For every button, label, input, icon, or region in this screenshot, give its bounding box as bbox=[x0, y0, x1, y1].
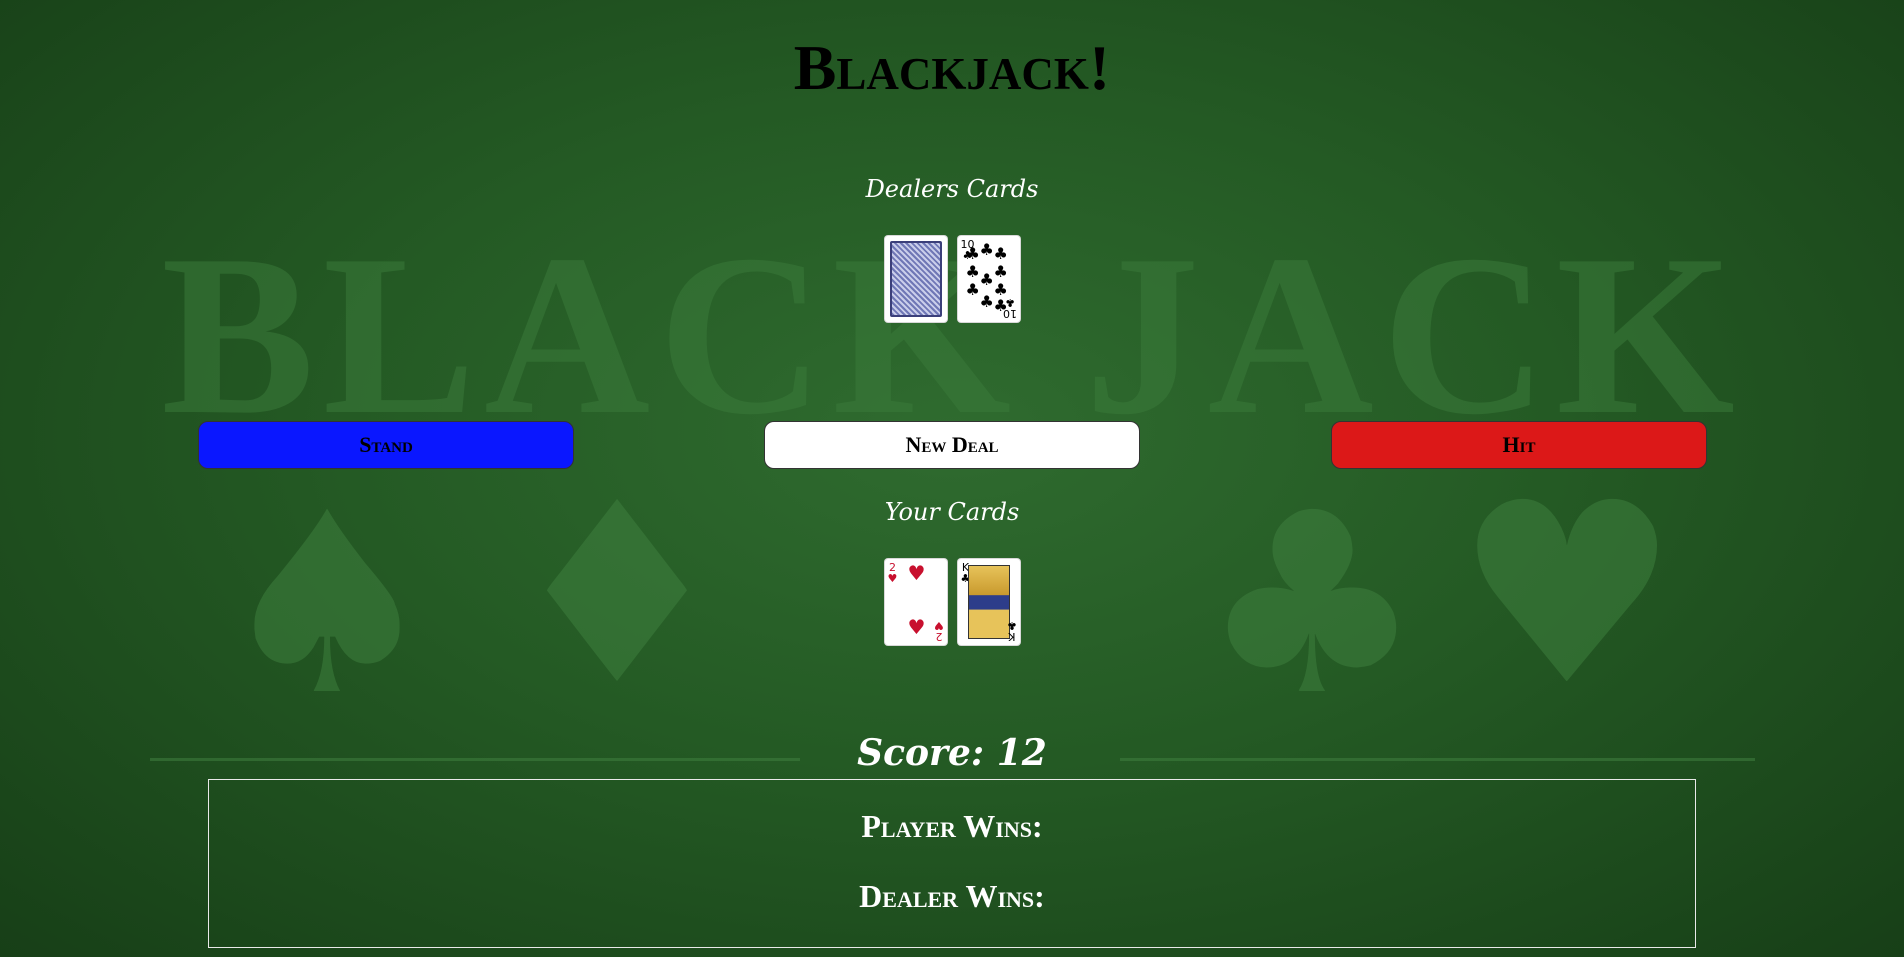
card-pip: ♣ bbox=[979, 240, 994, 259]
player-wins-label: Player Wins: bbox=[861, 808, 1043, 844]
card-pip: ♣ bbox=[965, 244, 980, 263]
card-back bbox=[884, 236, 947, 322]
card-corner: K ♣ bbox=[1006, 619, 1017, 643]
player-card: 2 ♥ ♥ ♥ 2 ♥ bbox=[884, 559, 947, 645]
card-pip: ♣ bbox=[965, 280, 980, 299]
king-face-art bbox=[967, 565, 1010, 639]
card-pip: ♥ bbox=[907, 561, 926, 585]
stand-button[interactable]: Stand bbox=[198, 421, 574, 469]
hit-button[interactable]: Hit bbox=[1331, 421, 1707, 469]
new-deal-button[interactable]: New Deal bbox=[764, 421, 1140, 469]
dealer-hand: 10 ♣ ♣ ♣ ♣ ♣ ♣ ♣ ♣ ♣ ♣ ♣ 10 ♣ bbox=[0, 236, 1904, 322]
card-corner: 10 ♣ bbox=[1002, 296, 1017, 320]
score-display: Score: 12 bbox=[857, 732, 1047, 774]
dealer-card: 10 ♣ ♣ ♣ ♣ ♣ ♣ ♣ ♣ ♣ ♣ ♣ 10 ♣ bbox=[957, 236, 1020, 322]
your-cards-label: Your Cards bbox=[884, 498, 1020, 526]
card-pip: ♣ bbox=[965, 262, 980, 281]
page-title: Blackjack! bbox=[793, 32, 1111, 103]
card-pip: ♣ bbox=[979, 292, 994, 311]
card-pip: ♥ bbox=[907, 615, 926, 639]
card-corner: 2 ♥ bbox=[887, 561, 898, 585]
card-corner: 2 ♥ bbox=[933, 619, 944, 643]
card-pip: ♣ bbox=[979, 270, 994, 289]
player-card: K ♣ K ♣ bbox=[957, 559, 1020, 645]
player-hand: 2 ♥ ♥ ♥ 2 ♥ K ♣ K ♣ bbox=[0, 559, 1904, 645]
card-pip: ♣ bbox=[993, 244, 1008, 263]
dealer-cards-label: Dealers Cards bbox=[865, 175, 1039, 203]
card-pip: ♣ bbox=[993, 262, 1008, 281]
wins-tally-box: Player Wins: Dealer Wins: bbox=[208, 779, 1696, 948]
dealer-wins-label: Dealer Wins: bbox=[859, 878, 1045, 914]
